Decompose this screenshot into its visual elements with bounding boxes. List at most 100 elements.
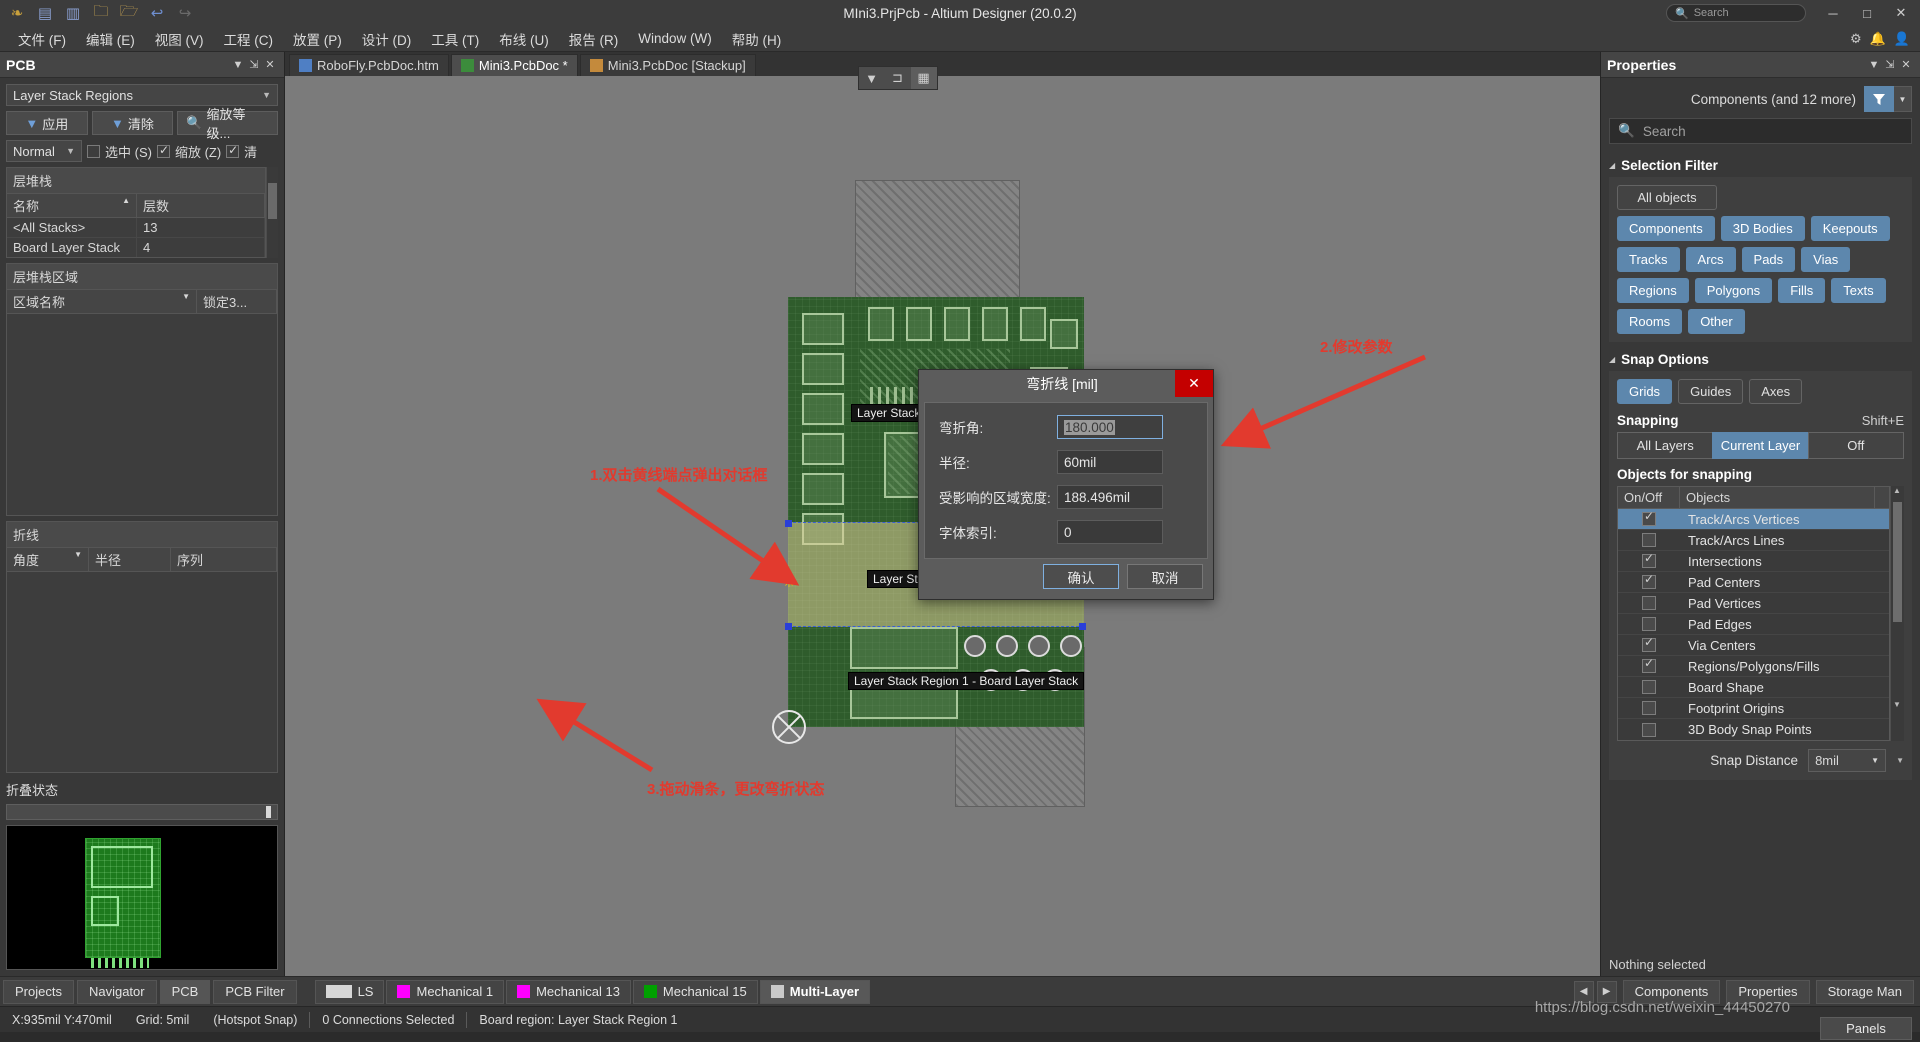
table-row[interactable]: Pad Edges <box>1618 614 1889 635</box>
snap-object-checkbox[interactable] <box>1642 533 1656 547</box>
region-table-body[interactable] <box>7 314 277 515</box>
panel-scroll-down-icon[interactable]: ▼ <box>1896 756 1904 765</box>
table-row[interactable]: Board Shape <box>1618 677 1889 698</box>
chevron-down-icon[interactable]: ▼ <box>230 59 246 71</box>
panel-tab-projects[interactable]: Projects <box>3 979 74 1004</box>
zoom-level-button[interactable]: 🔍 缩放等级... <box>177 107 279 141</box>
settings-gear-icon[interactable]: ⚙ <box>1850 31 1862 47</box>
snap-object-checkbox[interactable] <box>1642 635 1656 652</box>
layer-tab-multi-layer[interactable]: Multi-Layer <box>759 979 871 1004</box>
table-row[interactable]: <All Stacks> 13 <box>7 218 265 238</box>
snapping-all-layers[interactable]: All Layers <box>1617 432 1713 459</box>
filter-components[interactable]: Components <box>1617 216 1715 241</box>
filter-arcs[interactable]: Arcs <box>1685 247 1736 272</box>
col-layers[interactable]: 层数 <box>137 194 265 217</box>
close-button[interactable]: ✕ <box>1884 0 1918 26</box>
select-checkbox[interactable] <box>87 144 100 158</box>
menu-route[interactable]: 布线 (U) <box>489 26 559 52</box>
scroll-up-icon[interactable]: ▲ <box>1893 486 1901 495</box>
maximize-button[interactable]: □ <box>1850 0 1884 26</box>
filter-icon[interactable]: ▼ <box>859 67 885 89</box>
tab-mini3-pcbdoc[interactable]: Mini3.PcbDoc * <box>450 54 578 76</box>
layer-tab-mechanical-15[interactable]: Mechanical 15 <box>632 979 758 1004</box>
scrollbar-thumb[interactable] <box>1893 502 1902 622</box>
user-account-icon[interactable]: 👤 <box>1894 31 1910 47</box>
col-angle[interactable]: 角度 ▼ <box>7 547 89 571</box>
undo-icon[interactable]: ↩ <box>144 2 170 24</box>
clear-button[interactable]: ▼ 清除 <box>91 111 174 135</box>
snap-object-checkbox[interactable] <box>1642 617 1656 631</box>
mask-icon[interactable]: ⊐ <box>885 67 911 89</box>
menu-file[interactable]: 文件 (F) <box>8 26 76 52</box>
menu-window[interactable]: Window (W) <box>628 28 722 49</box>
snap-distance-combo[interactable]: 8mil ▼ <box>1808 749 1887 772</box>
menu-edit[interactable]: 编辑 (E) <box>76 26 145 52</box>
properties-search-input[interactable]: 🔍 Search <box>1609 118 1912 144</box>
snap-axes[interactable]: Axes <box>1749 379 1803 404</box>
close-icon[interactable]: ✕ <box>1175 370 1213 397</box>
close-icon[interactable]: ✕ <box>1898 58 1914 71</box>
objects-table-scrollbar[interactable]: ▲ ▼ <box>1890 486 1904 741</box>
snap-object-checkbox[interactable] <box>1642 572 1656 589</box>
normal-mode-combo[interactable]: Normal ▼ <box>6 140 82 162</box>
table-row[interactable]: Track/Arcs Vertices <box>1618 509 1889 530</box>
snap-object-checkbox[interactable] <box>1642 509 1656 526</box>
layer-tab-mechanical-1[interactable]: Mechanical 1 <box>386 979 505 1004</box>
table-row[interactable]: Pad Centers <box>1618 572 1889 593</box>
polyline-table-body[interactable] <box>7 571 277 772</box>
filter-vias[interactable]: Vias <box>1801 247 1851 272</box>
grid-view-icon[interactable]: ▦ <box>910 67 937 89</box>
menu-reports[interactable]: 报告 (R) <box>559 26 629 52</box>
filter-other[interactable]: Other <box>1688 309 1745 334</box>
menu-design[interactable]: 设计 (D) <box>352 26 422 52</box>
notifications-bell-icon[interactable]: 🔔 <box>1870 31 1886 47</box>
close-icon[interactable]: ✕ <box>262 58 278 71</box>
filter-all-objects[interactable]: All objects <box>1617 185 1717 210</box>
zoom-checkbox[interactable] <box>156 143 170 158</box>
save-icon[interactable]: ▤ <box>32 2 58 24</box>
ok-button[interactable]: 确认 <box>1043 564 1119 589</box>
tab-mini3-pcbdoc-stackup[interactable]: Mini3.PcbDoc [Stackup] <box>579 54 756 76</box>
snap-guides[interactable]: Guides <box>1678 379 1744 404</box>
panel-tab-storage-manager[interactable]: Storage Man <box>1815 979 1914 1004</box>
save-all-icon[interactable]: ▥ <box>60 2 86 24</box>
minimize-button[interactable]: ─ <box>1816 0 1850 26</box>
snap-object-checkbox[interactable] <box>1642 722 1656 737</box>
filter-3d-bodies[interactable]: 3D Bodies <box>1720 216 1805 241</box>
filter-fills[interactable]: Fills <box>1778 278 1826 303</box>
chevron-down-icon[interactable]: ▼ <box>1894 86 1912 112</box>
pcb-canvas[interactable]: RoboFly.PcbDoc.htm Mini3.PcbDoc * Mini3.… <box>285 52 1600 976</box>
panels-button[interactable]: Panels <box>1820 1017 1912 1040</box>
layer-stack-scrollbar[interactable] <box>266 167 278 258</box>
cancel-button[interactable]: 取消 <box>1127 564 1203 589</box>
bend-line-dialog[interactable]: 弯折线 [mil] ✕ 弯折角: 180.000 半径: 60mil 受影响的区… <box>918 369 1214 600</box>
table-row[interactable]: Intersections <box>1618 551 1889 572</box>
filter-polygons[interactable]: Polygons <box>1694 278 1773 303</box>
snap-options-section-title[interactable]: ◢ Snap Options <box>1601 348 1920 371</box>
col-objects[interactable]: Objects <box>1680 487 1875 508</box>
table-row[interactable]: Pad Vertices <box>1618 593 1889 614</box>
col-sequence[interactable]: 序列 <box>171 547 277 571</box>
apply-button[interactable]: ▼ 应用 <box>6 111 88 135</box>
menu-place[interactable]: 放置 (P) <box>283 26 352 52</box>
filter-rooms[interactable]: Rooms <box>1617 309 1683 334</box>
layer-tab-ls[interactable]: LS <box>314 979 385 1004</box>
chevron-down-icon[interactable]: ▼ <box>1866 59 1882 71</box>
fold-slider-thumb[interactable] <box>266 806 271 818</box>
region-handle-bottom-left[interactable] <box>785 623 792 630</box>
altium-logo-icon[interactable]: ❧ <box>4 2 30 24</box>
region-handle-top-left[interactable] <box>785 520 792 527</box>
filter-keepouts[interactable]: Keepouts <box>1810 216 1890 241</box>
col-region-name[interactable]: 区域名称 ▼ <box>7 290 197 313</box>
snap-object-checkbox[interactable] <box>1642 680 1656 694</box>
open-project-icon[interactable]: 🗁 <box>116 2 142 24</box>
table-row[interactable]: Board Layer Stack 4 <box>7 238 265 257</box>
snapping-current-layer[interactable]: Current Layer <box>1712 432 1808 459</box>
region-handle-bottom-right[interactable] <box>1079 623 1086 630</box>
filter-tracks[interactable]: Tracks <box>1617 247 1680 272</box>
bend-vertex-marker[interactable]: ✳ <box>783 575 795 589</box>
panel-tab-navigator[interactable]: Navigator <box>76 979 157 1004</box>
snap-object-checkbox[interactable] <box>1642 551 1656 568</box>
selection-filter-section-title[interactable]: ◢ Selection Filter <box>1601 154 1920 177</box>
menu-view[interactable]: 视图 (V) <box>145 26 214 52</box>
